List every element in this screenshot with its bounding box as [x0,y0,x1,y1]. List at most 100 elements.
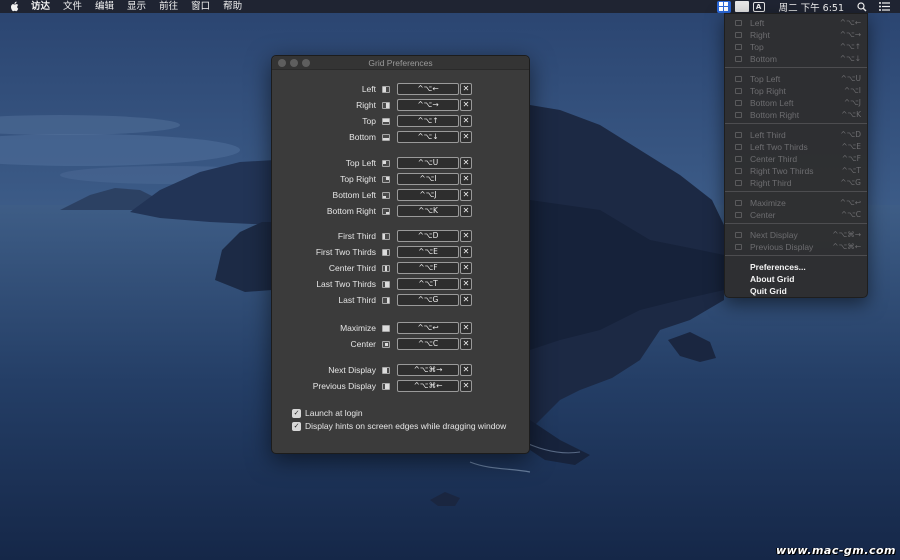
menu-item-shortcut: ^⌥I [843,86,861,95]
display-hints-checkbox[interactable]: ✓ Display hints on screen edges while dr… [292,421,506,432]
shortcut-label: Center [350,339,376,349]
zoom-window-button[interactable] [302,59,310,67]
clear-shortcut-button[interactable]: ✕ [460,230,472,242]
menu-window[interactable]: 窗口 [191,0,210,13]
last-two-thirds-icon [382,281,390,288]
menu-item[interactable]: Preferences... [725,261,867,273]
shortcut-recorder-field[interactable]: ^⌥I [397,173,459,185]
menu-item[interactable]: Bottom Right ^⌥K [725,109,867,121]
clear-shortcut-button[interactable]: ✕ [460,246,472,258]
menu-go[interactable]: 前往 [159,0,178,13]
checkbox-check-icon[interactable]: ✓ [292,422,301,431]
notification-center-icon[interactable] [878,1,890,13]
clear-shortcut-button[interactable]: ✕ [460,173,472,185]
clear-shortcut-button[interactable]: ✕ [460,262,472,274]
shortcut-recorder-field[interactable]: ^⌥⌘→ [397,364,459,376]
shortcut-recorder-field[interactable]: ^⌥← [397,83,459,95]
minimize-window-button[interactable] [290,59,298,67]
clear-shortcut-button[interactable]: ✕ [460,278,472,290]
spotlight-search-icon[interactable] [856,1,868,13]
shortcut-row: Next Display ^⌥⌘→ ✕ [272,364,529,377]
clear-shortcut-button[interactable]: ✕ [460,338,472,350]
menu-item-shortcut: ^⌥T [841,166,861,175]
shortcut-recorder-field[interactable]: ^⌥↩ [397,322,459,334]
shortcut-recorder-field[interactable]: ^⌥↑ [397,115,459,127]
clear-shortcut-button[interactable]: ✕ [460,157,472,169]
menu-item[interactable]: Center ^⌥C [725,209,867,221]
clear-shortcut-button[interactable]: ✕ [460,115,472,127]
window-titlebar[interactable]: Grid Preferences [272,56,529,70]
shortcut-recorder-field[interactable]: ^⌥→ [397,99,459,111]
layout-icon [735,232,742,238]
layout-icon [735,244,742,250]
shortcut-recorder-field[interactable]: ^⌥F [397,262,459,274]
clear-shortcut-button[interactable]: ✕ [460,380,472,392]
layout-icon [735,144,742,150]
layout-icon [735,76,742,82]
menu-item[interactable]: Top Right ^⌥I [725,85,867,97]
status-item-icon[interactable] [734,1,749,12]
clear-shortcut-button[interactable]: ✕ [460,83,472,95]
menu-item[interactable]: Left Two Thirds ^⌥E [725,141,867,153]
menu-item[interactable]: About Grid [725,273,867,285]
clear-shortcut-button[interactable]: ✕ [460,364,472,376]
clear-shortcut-button[interactable]: ✕ [460,294,472,306]
menu-item[interactable]: Right ^⌥→ [725,29,867,41]
menu-file[interactable]: 文件 [63,0,82,13]
clear-shortcut-button[interactable]: ✕ [460,205,472,217]
menu-item[interactable]: Center Third ^⌥F [725,153,867,165]
menubar-clock[interactable]: 周二 下午 6:51 [779,0,844,14]
shortcut-recorder-field[interactable]: ^⌥U [397,157,459,169]
shortcut-recorder-field[interactable]: ^⌥G [397,294,459,306]
clear-shortcut-button[interactable]: ✕ [460,131,472,143]
menu-edit[interactable]: 编辑 [95,0,114,13]
menu-item[interactable]: Right Two Thirds ^⌥T [725,165,867,177]
close-window-button[interactable] [278,59,286,67]
menu-item[interactable]: Top Left ^⌥U [725,73,867,85]
layout-icon [735,200,742,206]
menu-item-shortcut: ^⌥↑ [839,42,861,51]
menu-item[interactable]: Bottom ^⌥↓ [725,53,867,65]
menu-finder[interactable]: 访达 [31,0,50,13]
shortcut-recorder-field[interactable]: ^⌥J [397,189,459,201]
menu-item[interactable]: Previous Display ^⌥⌘← [725,241,867,253]
clear-shortcut-button[interactable]: ✕ [460,322,472,334]
layout-icon [735,44,742,50]
shortcut-recorder-field[interactable]: ^⌥T [397,278,459,290]
apple-logo-icon[interactable] [10,1,22,13]
window-title: Grid Preferences [368,58,433,68]
clear-shortcut-button[interactable]: ✕ [460,99,472,111]
shortcut-label: First Two Thirds [315,247,376,257]
menu-item[interactable]: Next Display ^⌥⌘→ [725,229,867,241]
shortcut-label: Top [362,116,376,126]
input-source-icon[interactable]: A [752,1,765,12]
shortcut-recorder-field[interactable]: ^⌥↓ [397,131,459,143]
shortcut-recorder-field[interactable]: ^⌥K [397,205,459,217]
top-left-icon [382,160,390,167]
checkbox-check-icon[interactable]: ✓ [292,409,301,418]
shortcut-recorder-field[interactable]: ^⌥E [397,246,459,258]
launch-at-login-checkbox[interactable]: ✓ Launch at login [292,408,363,419]
layout-icon [735,100,742,106]
menu-item[interactable]: Right Third ^⌥G [725,177,867,189]
shortcut-row: First Two Thirds ^⌥E ✕ [272,246,529,259]
menu-help[interactable]: 帮助 [223,0,242,13]
shortcut-recorder-field[interactable]: ^⌥C [397,338,459,350]
shortcut-row: Center ^⌥C ✕ [272,338,529,351]
menu-item-label: Left [750,18,765,28]
menu-view[interactable]: 显示 [127,0,146,13]
shortcut-recorder-field[interactable]: ^⌥⌘← [397,380,459,392]
menu-item[interactable]: Left ^⌥← [725,17,867,29]
menu-item[interactable]: Maximize ^⌥↩ [725,197,867,209]
menu-item-label: Right Third [750,178,792,188]
clear-shortcut-button[interactable]: ✕ [460,189,472,201]
menu-item[interactable]: Left Third ^⌥D [725,129,867,141]
shortcut-label: Top Left [345,158,376,168]
menu-item[interactable]: Bottom Left ^⌥J [725,97,867,109]
shortcut-row: Right ^⌥→ ✕ [272,99,529,112]
first-two-thirds-icon [382,249,390,256]
grid-status-icon[interactable] [716,0,731,13]
shortcut-recorder-field[interactable]: ^⌥D [397,230,459,242]
menu-item[interactable]: Top ^⌥↑ [725,41,867,53]
menu-item[interactable]: Quit Grid [725,285,867,297]
